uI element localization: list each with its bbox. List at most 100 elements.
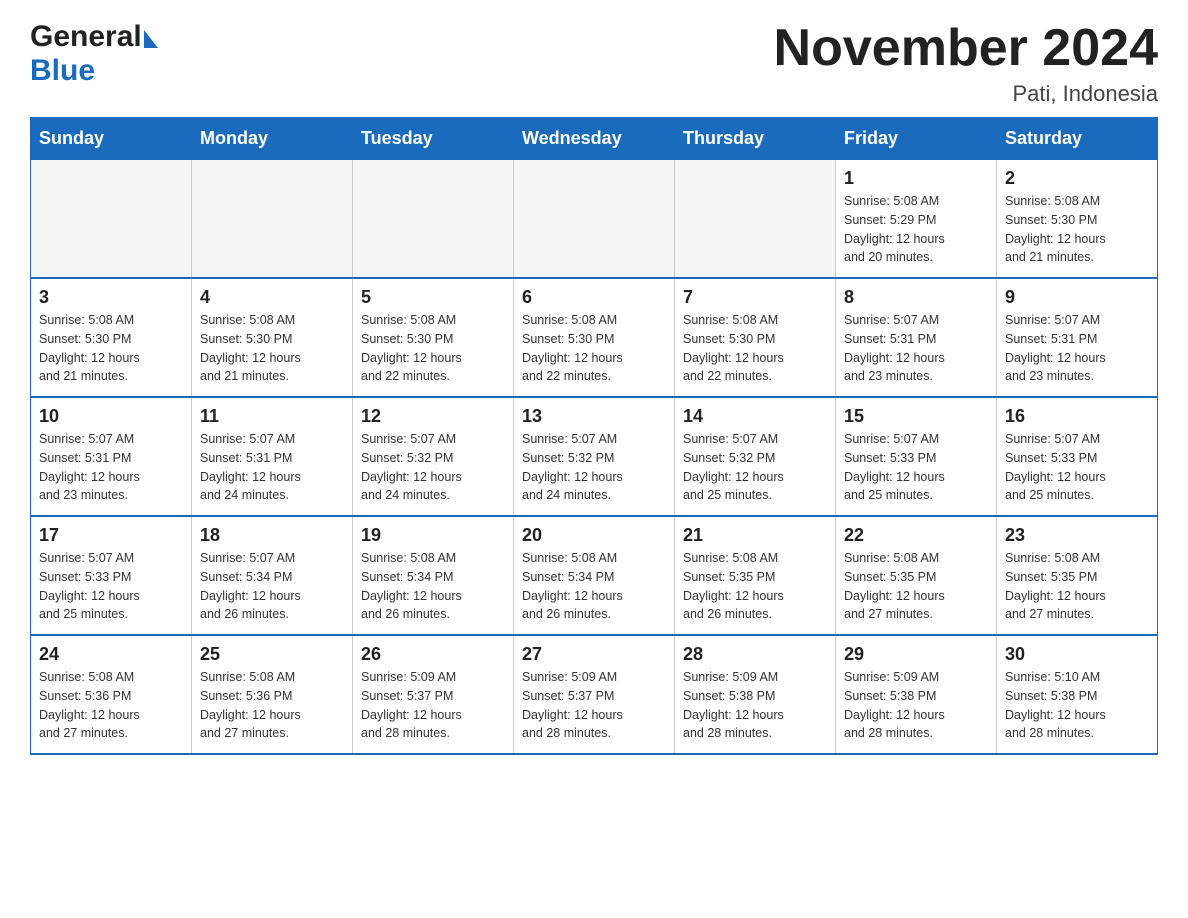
day-number: 30 xyxy=(1005,644,1149,665)
calendar-week-row: 3 Sunrise: 5:08 AM Sunset: 5:30 PM Daylig… xyxy=(31,278,1158,397)
day-info: Sunrise: 5:07 AM Sunset: 5:31 PM Dayligh… xyxy=(1005,311,1149,386)
calendar-cell: 1 Sunrise: 5:08 AM Sunset: 5:29 PM Daylig… xyxy=(836,160,997,279)
day-info: Sunrise: 5:08 AM Sunset: 5:35 PM Dayligh… xyxy=(1005,549,1149,624)
day-info: Sunrise: 5:09 AM Sunset: 5:37 PM Dayligh… xyxy=(361,668,505,743)
day-number: 8 xyxy=(844,287,988,308)
day-number: 10 xyxy=(39,406,183,427)
calendar-cell: 26Sunrise: 5:09 AM Sunset: 5:37 PM Dayli… xyxy=(353,635,514,754)
calendar-cell: 4 Sunrise: 5:08 AM Sunset: 5:30 PM Daylig… xyxy=(192,278,353,397)
day-number: 9 xyxy=(1005,287,1149,308)
page-header: General Blue November 2024 Pati, Indones… xyxy=(30,20,1158,107)
calendar-week-row: 10 Sunrise: 5:07 AM Sunset: 5:31 PM Dayli… xyxy=(31,397,1158,516)
day-number: 12 xyxy=(361,406,505,427)
day-info: Sunrise: 5:08 AM Sunset: 5:30 PM Dayligh… xyxy=(361,311,505,386)
day-info: Sunrise: 5:08 AM Sunset: 5:36 PM Dayligh… xyxy=(39,668,183,743)
calendar-cell: 8Sunrise: 5:07 AM Sunset: 5:31 PM Daylig… xyxy=(836,278,997,397)
calendar-cell xyxy=(192,160,353,279)
calendar-cell: 20 Sunrise: 5:08 AM Sunset: 5:34 PM Dayli… xyxy=(514,516,675,635)
day-info: Sunrise: 5:08 AM Sunset: 5:30 PM Dayligh… xyxy=(200,311,344,386)
weekday-header-friday: Friday xyxy=(836,118,997,160)
day-info: Sunrise: 5:08 AM Sunset: 5:30 PM Dayligh… xyxy=(683,311,827,386)
day-number: 21 xyxy=(683,525,827,546)
calendar-title: November 2024 xyxy=(774,20,1158,77)
logo-arrow-icon xyxy=(144,30,158,48)
calendar-week-row: 24 Sunrise: 5:08 AM Sunset: 5:36 PM Dayli… xyxy=(31,635,1158,754)
weekday-header-tuesday: Tuesday xyxy=(353,118,514,160)
weekday-header-sunday: Sunday xyxy=(31,118,192,160)
calendar-cell xyxy=(31,160,192,279)
day-number: 27 xyxy=(522,644,666,665)
day-info: Sunrise: 5:07 AM Sunset: 5:33 PM Dayligh… xyxy=(39,549,183,624)
day-number: 4 xyxy=(200,287,344,308)
weekday-header-monday: Monday xyxy=(192,118,353,160)
calendar-cell xyxy=(514,160,675,279)
day-info: Sunrise: 5:08 AM Sunset: 5:34 PM Dayligh… xyxy=(361,549,505,624)
calendar-week-row: 17 Sunrise: 5:07 AM Sunset: 5:33 PM Dayli… xyxy=(31,516,1158,635)
calendar-cell: 13Sunrise: 5:07 AM Sunset: 5:32 PM Dayli… xyxy=(514,397,675,516)
day-number: 7 xyxy=(683,287,827,308)
calendar-cell: 29 Sunrise: 5:09 AM Sunset: 5:38 PM Dayli… xyxy=(836,635,997,754)
day-info: Sunrise: 5:07 AM Sunset: 5:31 PM Dayligh… xyxy=(39,430,183,505)
calendar-cell: 17 Sunrise: 5:07 AM Sunset: 5:33 PM Dayli… xyxy=(31,516,192,635)
calendar-cell: 14 Sunrise: 5:07 AM Sunset: 5:32 PM Dayli… xyxy=(675,397,836,516)
weekday-header-saturday: Saturday xyxy=(997,118,1158,160)
calendar-cell: 10 Sunrise: 5:07 AM Sunset: 5:31 PM Dayli… xyxy=(31,397,192,516)
day-info: Sunrise: 5:08 AM Sunset: 5:35 PM Dayligh… xyxy=(844,549,988,624)
calendar-cell: 19 Sunrise: 5:08 AM Sunset: 5:34 PM Dayli… xyxy=(353,516,514,635)
day-number: 3 xyxy=(39,287,183,308)
calendar-cell: 24 Sunrise: 5:08 AM Sunset: 5:36 PM Dayli… xyxy=(31,635,192,754)
calendar-cell: 18 Sunrise: 5:07 AM Sunset: 5:34 PM Dayli… xyxy=(192,516,353,635)
logo-general-text: General xyxy=(30,20,142,54)
day-info: Sunrise: 5:08 AM Sunset: 5:35 PM Dayligh… xyxy=(683,549,827,624)
day-info: Sunrise: 5:08 AM Sunset: 5:30 PM Dayligh… xyxy=(522,311,666,386)
day-number: 25 xyxy=(200,644,344,665)
day-number: 5 xyxy=(361,287,505,308)
calendar-cell xyxy=(675,160,836,279)
day-number: 24 xyxy=(39,644,183,665)
day-info: Sunrise: 5:07 AM Sunset: 5:32 PM Dayligh… xyxy=(683,430,827,505)
day-number: 18 xyxy=(200,525,344,546)
calendar-cell: 22Sunrise: 5:08 AM Sunset: 5:35 PM Dayli… xyxy=(836,516,997,635)
day-number: 19 xyxy=(361,525,505,546)
day-info: Sunrise: 5:09 AM Sunset: 5:38 PM Dayligh… xyxy=(683,668,827,743)
day-number: 14 xyxy=(683,406,827,427)
calendar-cell: 16 Sunrise: 5:07 AM Sunset: 5:33 PM Dayli… xyxy=(997,397,1158,516)
day-info: Sunrise: 5:08 AM Sunset: 5:34 PM Dayligh… xyxy=(522,549,666,624)
calendar-cell: 21 Sunrise: 5:08 AM Sunset: 5:35 PM Dayli… xyxy=(675,516,836,635)
calendar-cell: 2Sunrise: 5:08 AM Sunset: 5:30 PM Daylig… xyxy=(997,160,1158,279)
day-number: 1 xyxy=(844,168,988,189)
calendar-subtitle: Pati, Indonesia xyxy=(774,81,1158,107)
day-info: Sunrise: 5:08 AM Sunset: 5:29 PM Dayligh… xyxy=(844,192,988,267)
day-number: 6 xyxy=(522,287,666,308)
day-number: 23 xyxy=(1005,525,1149,546)
calendar-cell: 23 Sunrise: 5:08 AM Sunset: 5:35 PM Dayli… xyxy=(997,516,1158,635)
calendar-header-row: SundayMondayTuesdayWednesdayThursdayFrid… xyxy=(31,118,1158,160)
calendar-cell: 12 Sunrise: 5:07 AM Sunset: 5:32 PM Dayli… xyxy=(353,397,514,516)
day-info: Sunrise: 5:07 AM Sunset: 5:33 PM Dayligh… xyxy=(1005,430,1149,505)
calendar-cell: 15 Sunrise: 5:07 AM Sunset: 5:33 PM Dayli… xyxy=(836,397,997,516)
day-number: 13 xyxy=(522,406,666,427)
calendar-cell xyxy=(353,160,514,279)
day-number: 28 xyxy=(683,644,827,665)
day-info: Sunrise: 5:09 AM Sunset: 5:38 PM Dayligh… xyxy=(844,668,988,743)
day-info: Sunrise: 5:07 AM Sunset: 5:32 PM Dayligh… xyxy=(361,430,505,505)
day-number: 16 xyxy=(1005,406,1149,427)
day-info: Sunrise: 5:07 AM Sunset: 5:34 PM Dayligh… xyxy=(200,549,344,624)
calendar-cell: 7 Sunrise: 5:08 AM Sunset: 5:30 PM Daylig… xyxy=(675,278,836,397)
day-number: 17 xyxy=(39,525,183,546)
day-info: Sunrise: 5:09 AM Sunset: 5:37 PM Dayligh… xyxy=(522,668,666,743)
calendar-week-row: 1 Sunrise: 5:08 AM Sunset: 5:29 PM Daylig… xyxy=(31,160,1158,279)
day-number: 15 xyxy=(844,406,988,427)
day-number: 29 xyxy=(844,644,988,665)
day-info: Sunrise: 5:10 AM Sunset: 5:38 PM Dayligh… xyxy=(1005,668,1149,743)
calendar-cell: 3Sunrise: 5:08 AM Sunset: 5:30 PM Daylig… xyxy=(31,278,192,397)
day-info: Sunrise: 5:07 AM Sunset: 5:33 PM Dayligh… xyxy=(844,430,988,505)
calendar-cell: 9 Sunrise: 5:07 AM Sunset: 5:31 PM Daylig… xyxy=(997,278,1158,397)
calendar-cell: 25 Sunrise: 5:08 AM Sunset: 5:36 PM Dayli… xyxy=(192,635,353,754)
day-number: 20 xyxy=(522,525,666,546)
logo-blue-text: Blue xyxy=(30,54,95,88)
weekday-header-wednesday: Wednesday xyxy=(514,118,675,160)
day-number: 2 xyxy=(1005,168,1149,189)
calendar-cell: 11Sunrise: 5:07 AM Sunset: 5:31 PM Dayli… xyxy=(192,397,353,516)
day-info: Sunrise: 5:08 AM Sunset: 5:36 PM Dayligh… xyxy=(200,668,344,743)
